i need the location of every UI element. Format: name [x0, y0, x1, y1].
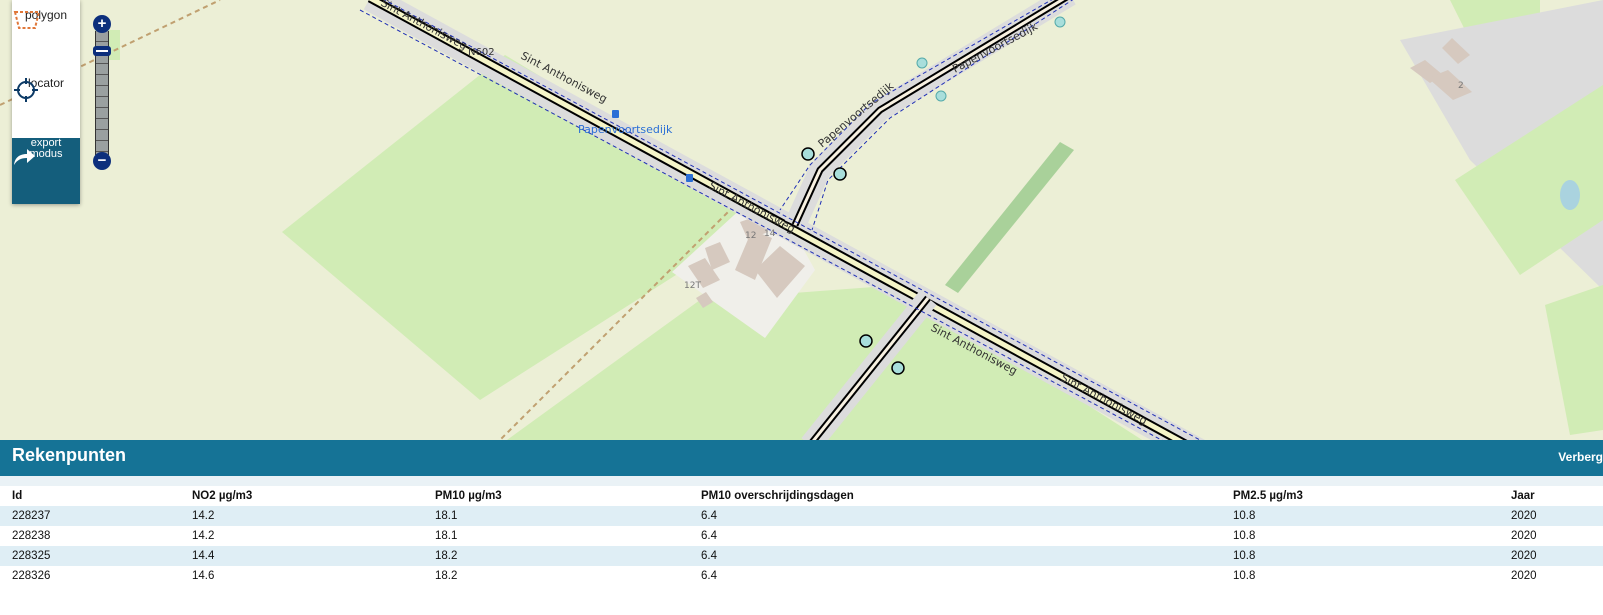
house-number: 12: [745, 231, 756, 241]
table-header-row: Id NO2 µg/m3 PM10 µg/m3 PM10 overschrijd…: [0, 486, 1603, 506]
table-cell: 6.4: [701, 530, 717, 542]
table-cell: 2020: [1511, 510, 1537, 522]
panel-title: Rekenpunten: [12, 445, 127, 465]
column-header[interactable]: PM2.5 µg/m3: [1221, 486, 1499, 506]
zoom-in-button[interactable]: +: [93, 15, 111, 33]
table-row[interactable]: 228238 14.2 18.1 6.4 10.8 2020: [0, 526, 1603, 546]
table-row[interactable]: 228325 14.4 18.2 6.4 10.8 2020: [0, 546, 1603, 566]
export-mode-button[interactable]: export modus: [12, 138, 80, 204]
road-ref-label: N602: [468, 47, 495, 58]
bus-stop-label: Papenvoortsedijk: [578, 123, 673, 136]
calculation-point-marker[interactable]: [891, 361, 905, 375]
table-cell: 10.8: [1233, 550, 1256, 562]
table-cell: 228326: [12, 570, 51, 582]
results-table: Id NO2 µg/m3 PM10 µg/m3 PM10 overschrijd…: [0, 486, 1603, 586]
table-cell: 2020: [1511, 550, 1537, 562]
map-view[interactable]: N602 Sint Anthonisweg Sint Anthonisweg S…: [0, 0, 1603, 445]
table-cell: 228325: [12, 550, 51, 562]
calculation-point-marker[interactable]: [801, 147, 815, 161]
column-header[interactable]: NO2 µg/m3: [180, 486, 423, 506]
table-cell: 18.1: [435, 510, 458, 522]
zoom-slider-handle[interactable]: [93, 46, 111, 56]
house-number: 14: [764, 229, 776, 239]
column-header[interactable]: Jaar: [1499, 486, 1603, 506]
share-arrow-icon: [14, 149, 35, 165]
table-row[interactable]: 228326 14.6 18.2 6.4 10.8 2020: [0, 566, 1603, 586]
table-cell: 18.2: [435, 570, 458, 582]
table-cell: 18.1: [435, 530, 458, 542]
column-header[interactable]: PM10 µg/m3: [423, 486, 689, 506]
table-row[interactable]: 228237 14.2 18.1 6.4 10.8 2020: [0, 506, 1603, 526]
panel-divider: [0, 476, 1603, 486]
bus-stop-icon[interactable]: [686, 174, 693, 182]
pond: [1560, 180, 1580, 210]
zoom-out-button[interactable]: −: [93, 152, 111, 170]
table-cell: 2020: [1511, 570, 1537, 582]
locator-tool-button[interactable]: locator: [12, 76, 80, 134]
calculation-point-marker[interactable]: [859, 334, 873, 348]
column-header[interactable]: PM10 overschrijdingsdagen: [689, 486, 1221, 506]
crosshair-icon: [14, 78, 38, 102]
column-header[interactable]: Id: [0, 486, 180, 506]
table-cell: 6.4: [701, 510, 717, 522]
table-cell: 228237: [12, 510, 51, 522]
table-cell: 2020: [1511, 530, 1537, 542]
table-cell: 14.4: [192, 550, 215, 562]
station-marker[interactable]: [935, 90, 947, 102]
table-cell: 6.4: [701, 570, 717, 582]
table-cell: 10.8: [1233, 570, 1256, 582]
zoom-control: + −: [93, 15, 111, 173]
hide-panel-button[interactable]: Verberg: [1558, 450, 1603, 464]
house-number: 12T: [684, 281, 701, 291]
table-cell: 14.2: [192, 530, 215, 542]
bus-stop-icon[interactable]: [612, 110, 619, 118]
table-cell: 14.2: [192, 510, 215, 522]
table-cell: 6.4: [701, 550, 717, 562]
table-cell: 228238: [12, 530, 51, 542]
station-marker[interactable]: [916, 57, 928, 69]
table-cell: 18.2: [435, 550, 458, 562]
results-panel-header: Rekenpunten Verberg: [0, 440, 1603, 476]
polygon-icon: [13, 11, 41, 29]
calculation-point-marker[interactable]: [833, 167, 847, 181]
map-canvas[interactable]: N602 Sint Anthonisweg Sint Anthonisweg S…: [0, 0, 1603, 445]
map-toolbar: polygon locator export modus: [12, 0, 80, 204]
house-number: 2: [1458, 81, 1464, 91]
polygon-tool-button[interactable]: polygon: [12, 8, 80, 66]
table-cell: 14.6: [192, 570, 215, 582]
table-cell: 10.8: [1233, 510, 1256, 522]
station-marker[interactable]: [1054, 16, 1066, 28]
table-cell: 10.8: [1233, 530, 1256, 542]
